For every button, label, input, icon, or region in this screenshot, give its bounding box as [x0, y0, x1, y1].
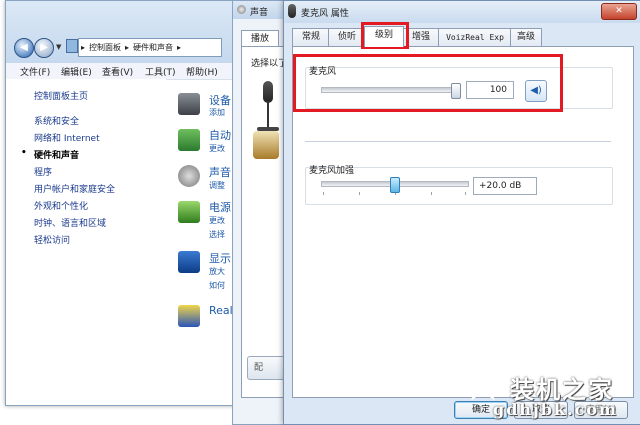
menu-help[interactable]: 帮助(H) [186, 65, 218, 78]
nav-system-security[interactable]: 系统和安全 [34, 114, 79, 127]
sound-window-icon [237, 5, 246, 14]
tab-advanced[interactable]: 高级 [510, 28, 542, 46]
category-display-link-2[interactable]: 如何 [209, 280, 225, 291]
mic-dialog-title: 麦克风 属性 [301, 9, 349, 19]
close-button[interactable]: ✕ [601, 3, 637, 20]
boost-label: 麦克风加强 [309, 166, 355, 176]
category-power-link-2[interactable]: 选择 [209, 229, 225, 240]
forward-button[interactable]: ▶ [34, 38, 54, 58]
section-divider [305, 141, 611, 142]
control-panel-folder-icon [66, 39, 78, 53]
control-panel-window: ◀ ▶ ▼ ▸ 控制面板 ▸ 硬件和声音 ▸ 文件(F) 编辑(E) 查看(V) 工具(… [5, 0, 239, 406]
category-devices-link[interactable]: 添加 [209, 107, 225, 118]
boost-tick [359, 192, 360, 195]
tab-voizreal[interactable]: VoizReal Exp [438, 28, 512, 46]
menu-file[interactable]: 文件(F) [20, 65, 50, 78]
nav-home[interactable]: 控制面板主页 [34, 89, 88, 102]
breadcrumb-item[interactable]: 硬件和声音 [131, 43, 175, 52]
watermark-star-icon [463, 365, 503, 401]
category-sound[interactable]: 声音 [209, 164, 231, 180]
line-in-device-icon [253, 131, 279, 159]
category-display[interactable]: 显示 [209, 250, 231, 266]
boost-tick [323, 192, 324, 195]
autoplay-icon [178, 129, 200, 151]
menu-tools[interactable]: 工具(T) [145, 65, 176, 78]
display-icon [178, 251, 200, 273]
nav-clock-language[interactable]: 时钟、语言和区域 [34, 216, 106, 229]
category-autoplay-link[interactable]: 更改 [209, 143, 225, 154]
category-devices[interactable]: 设备 [209, 92, 231, 108]
speaker-icon [178, 165, 200, 187]
nav-hardware-sound[interactable]: 硬件和声音 [34, 148, 79, 161]
devices-printers-icon [178, 93, 200, 115]
control-panel-nav: 控制面板主页 系统和安全 网络和 Internet • 硬件和声音 程序 用户帐… [6, 79, 166, 405]
boost-slider-thumb[interactable] [390, 177, 400, 193]
category-power[interactable]: 电源 [209, 199, 231, 215]
microphone-icon [288, 4, 296, 18]
sound-dialog-title: 声音 [250, 8, 269, 18]
nav-current-bullet: • [21, 148, 27, 158]
boost-tick [465, 192, 466, 195]
category-realtek[interactable]: Real [209, 304, 233, 317]
breadcrumb-item[interactable]: 控制面板 [87, 43, 123, 52]
sound-prompt-text: 选择以了 [251, 59, 288, 69]
mic-level-highlight [293, 54, 563, 112]
tab-playback[interactable]: 播放 [241, 30, 279, 47]
nav-appearance[interactable]: 外观和个性化 [34, 199, 88, 212]
boost-value[interactable]: +20.0 dB [473, 177, 537, 195]
category-power-link-1[interactable]: 更改 [209, 215, 225, 226]
nav-user-accounts[interactable]: 用户帐户和家庭安全 [34, 182, 115, 195]
boost-slider[interactable] [321, 177, 469, 195]
menu-edit[interactable]: 编辑(E) [61, 65, 92, 78]
watermark-url: gdhjbk.com [493, 400, 618, 419]
menu-bar: 文件(F) 编辑(E) 查看(V) 工具(T) 帮助(H) [6, 63, 238, 80]
category-display-link-1[interactable]: 放大 [209, 266, 225, 277]
nav-ease-of-access[interactable]: 轻松访问 [34, 233, 70, 246]
boost-tick [431, 192, 432, 195]
breadcrumb[interactable]: ▸ 控制面板 ▸ 硬件和声音 ▸ [78, 38, 222, 57]
back-button[interactable]: ◀ [14, 38, 34, 58]
menu-view[interactable]: 查看(V) [102, 65, 133, 78]
category-autoplay[interactable]: 自动 [209, 127, 231, 143]
tab-levels[interactable]: 级别 [364, 26, 404, 47]
realtek-audio-icon [178, 305, 200, 327]
nav-programs[interactable]: 程序 [34, 165, 52, 178]
category-sound-link[interactable]: 调整 [209, 180, 225, 191]
nav-network[interactable]: 网络和 Internet [34, 131, 100, 144]
power-options-icon [178, 201, 200, 223]
tab-general[interactable]: 常规 [292, 28, 330, 46]
recent-pages-icon[interactable]: ▼ [56, 43, 61, 51]
mic-dialog-titlebar: 麦克风 属性 ✕ [284, 1, 640, 23]
